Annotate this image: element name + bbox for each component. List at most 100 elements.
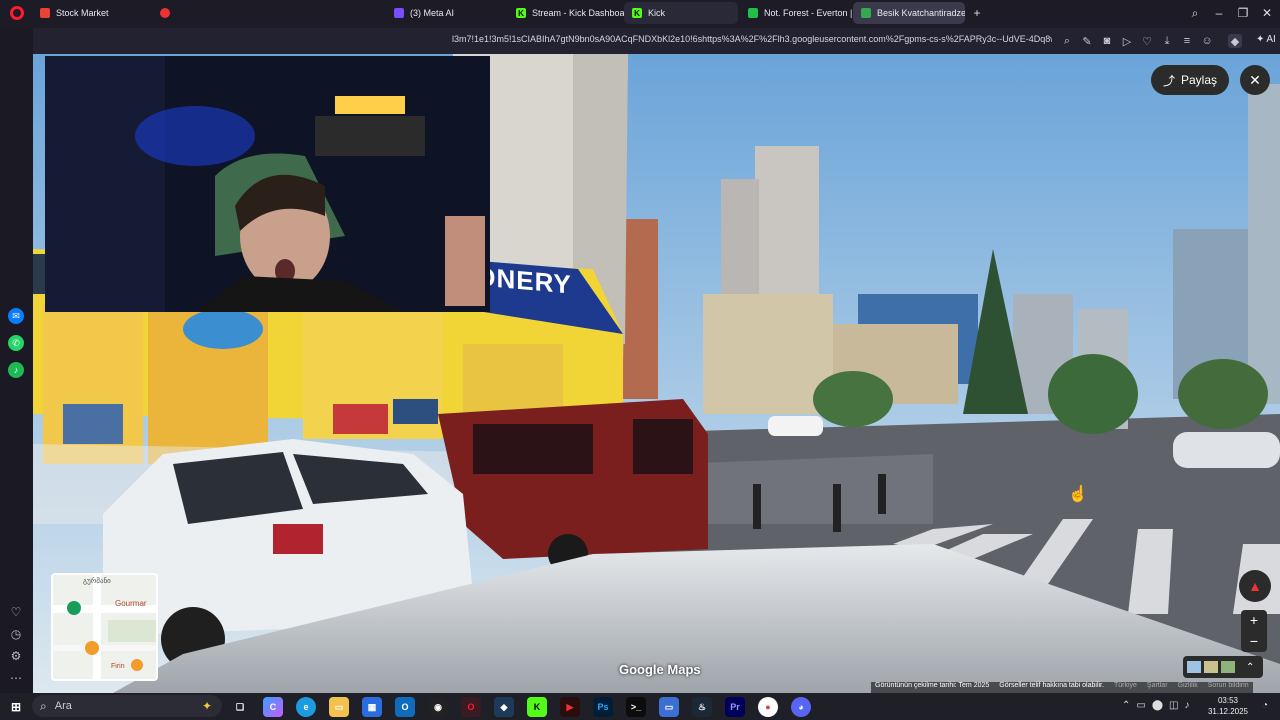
whatsapp-icon[interactable]: ✆ — [8, 335, 24, 351]
google-maps-icon — [861, 8, 871, 18]
task-view-icon[interactable]: ❏ — [230, 697, 250, 717]
premiere-icon[interactable]: Pr — [725, 697, 745, 717]
edge-icon[interactable]: e — [296, 697, 316, 717]
extension-icon[interactable]: ◆ — [1228, 34, 1242, 48]
zoom-controls: + − — [1241, 610, 1267, 652]
expand-up-icon: ⌃ — [1246, 661, 1255, 673]
favorites-icon[interactable]: ♡ — [8, 604, 24, 620]
zoom-in-button[interactable]: + — [1241, 610, 1267, 631]
new-tab-button[interactable]: + — [968, 4, 986, 22]
download-icon[interactable]: ⤓ — [1160, 34, 1174, 48]
network-icon[interactable]: ◫ — [1169, 700, 1178, 711]
pegman-marker-icon — [67, 601, 81, 615]
ai-label: AI — [1266, 34, 1276, 45]
store-icon[interactable]: ▦ — [362, 697, 382, 717]
url-field[interactable]: l3m7!1e1!3m5!1sCIABIhA7gtN9bn0sA90ACqFND… — [452, 34, 1052, 48]
search-placeholder: Ara — [54, 700, 72, 712]
minimap-label-gourmar: Gourmar — [115, 599, 147, 608]
webcam-feed-image — [45, 56, 490, 312]
meta-icon — [394, 8, 404, 18]
play-icon[interactable]: ▷ — [1120, 34, 1134, 48]
clock-date: 31.12.2025 — [1207, 707, 1249, 716]
search-icon: ⌕ — [40, 698, 47, 713]
obs-icon[interactable]: ◉ — [428, 697, 448, 717]
tab-5[interactable]: Not. Forest - Everton | İdd — [740, 2, 852, 24]
attribution-bar: Görüntünün çekilme tarihi: Tem 2025 Görs… — [871, 682, 1253, 693]
file-explorer-icon[interactable]: ▭ — [329, 697, 349, 717]
clock-time: 03:53 — [1217, 696, 1239, 705]
microphone-icon[interactable]: ⬤ — [1152, 700, 1163, 711]
close-icon[interactable]: ✕ — [1240, 65, 1270, 95]
opera-taskbar-icon[interactable]: O — [461, 697, 481, 717]
taskbar-search[interactable]: ⌕ Ara ✦ — [32, 695, 222, 717]
street-view-panorama[interactable]: STATIONERY ᲛᲝᲑᲘ ᲓᲐ ᲡᲐᲙᲐᲜᲪᲔᲚᲐᲠᲘᲝ ⤴ Paylaş… — [33, 54, 1280, 693]
privacy-link[interactable]: Gizlilik — [1178, 682, 1198, 693]
chrome-icon[interactable]: ● — [758, 697, 778, 717]
share-label: Paylaş — [1180, 73, 1218, 87]
terms-link[interactable]: Şartlar — [1147, 682, 1168, 693]
outlook-icon[interactable]: O — [395, 697, 415, 717]
ai-button[interactable]: ✦ AI — [1256, 34, 1276, 45]
bakery-marker-icon — [131, 659, 143, 671]
messenger-icon[interactable]: ✉ — [8, 308, 24, 324]
compass-icon[interactable]: ▲ — [1239, 570, 1271, 602]
kick-taskbar-icon[interactable]: K — [527, 697, 547, 717]
browser-tab-bar: Stock Market (3) Meta AI K Stream - Kick… — [0, 0, 1280, 28]
zoom-out-button[interactable]: − — [1241, 631, 1267, 652]
history-icon[interactable]: ◷ — [8, 626, 24, 642]
kick-icon: K — [632, 8, 642, 18]
camera-icon[interactable]: ◙ — [1100, 34, 1114, 48]
tab-label: Stream - Kick Dashboard — [532, 8, 624, 18]
close-window-icon[interactable]: ✕ — [1258, 4, 1276, 22]
opera-logo-icon[interactable] — [10, 6, 24, 20]
tab-label: (3) Meta AI — [410, 8, 455, 18]
country-label: Türkiye — [1113, 682, 1137, 689]
photoshop-icon[interactable]: Ps — [593, 697, 613, 717]
more-icon[interactable]: ⋯ — [8, 670, 24, 686]
hand-cursor-icon: ☝ — [1068, 486, 1088, 503]
volume-icon[interactable]: ♪ — [1185, 700, 1190, 711]
tab-label: Not. Forest - Everton | İdd — [764, 8, 852, 18]
profile-icon[interactable]: ☺ — [1200, 34, 1214, 48]
chevron-up-icon[interactable]: ⌃ — [1122, 700, 1130, 711]
tab-2[interactable]: (3) Meta AI — [386, 2, 504, 24]
terminal-icon[interactable]: >_ — [626, 697, 646, 717]
minimize-icon[interactable]: – — [1210, 4, 1228, 22]
layers-control[interactable]: ⌃ — [1183, 656, 1263, 678]
zoom-icon[interactable]: ⌕ — [1060, 34, 1074, 48]
maximize-icon[interactable]: ❐ — [1234, 4, 1252, 22]
report-link[interactable]: Sorun bildirin — [1208, 682, 1249, 693]
tab-3[interactable]: K Stream - Kick Dashboard — [508, 2, 624, 24]
app-icon[interactable]: ◆ — [494, 697, 514, 717]
display-icon[interactable]: ▭ — [659, 697, 679, 717]
battery-icon[interactable]: ▭ — [1136, 700, 1145, 711]
tab-label: Kick — [648, 8, 666, 18]
share-button[interactable]: ⤴ Paylaş — [1151, 65, 1229, 95]
minimap-label-firin: Firin — [111, 663, 125, 670]
windows-start-icon[interactable]: ⊞ — [6, 697, 26, 717]
steam-icon[interactable]: ♨ — [692, 697, 712, 717]
minimap[interactable]: გურმანი Gourmar Firin — [51, 573, 158, 681]
webcam-overlay — [45, 56, 490, 312]
discord-icon[interactable]: ◕ — [791, 697, 811, 717]
clock[interactable]: 03:53 31.12.2025 — [1202, 695, 1254, 717]
media-icon[interactable]: ▶ — [560, 697, 580, 717]
menu-icon[interactable]: ≡ — [1180, 34, 1194, 48]
sparkle-icon: ✦ — [201, 699, 212, 713]
tab-0[interactable]: Stock Market — [32, 2, 152, 24]
edit-icon[interactable]: ✎ — [1080, 34, 1094, 48]
copilot-icon[interactable]: C — [263, 697, 283, 717]
tab-6[interactable]: Besik Kvatchantiradze - G — [853, 2, 965, 24]
search-tabs-icon[interactable]: ⌕ — [1186, 4, 1204, 22]
browser-sidebar: ✉ ✆ ♪ ♡ ◷ ⚙ ⋯ — [0, 28, 33, 693]
tab-4[interactable]: K Kick — [624, 2, 738, 24]
spotify-icon[interactable]: ♪ — [8, 362, 24, 378]
notification-icon[interactable]: ◔ — [1262, 700, 1268, 711]
google-icon — [40, 8, 50, 18]
capture-date: Görüntünün çekilme tarihi: Tem 2025 — [875, 682, 990, 689]
heart-icon[interactable]: ♡ — [1140, 34, 1154, 48]
settings-icon[interactable]: ⚙ — [8, 648, 24, 664]
tab-1[interactable] — [152, 2, 384, 24]
copyright-notice[interactable]: Görseller telif hakkına tabi olabilir. — [999, 682, 1104, 693]
satellite-layer-icon — [1204, 661, 1218, 673]
